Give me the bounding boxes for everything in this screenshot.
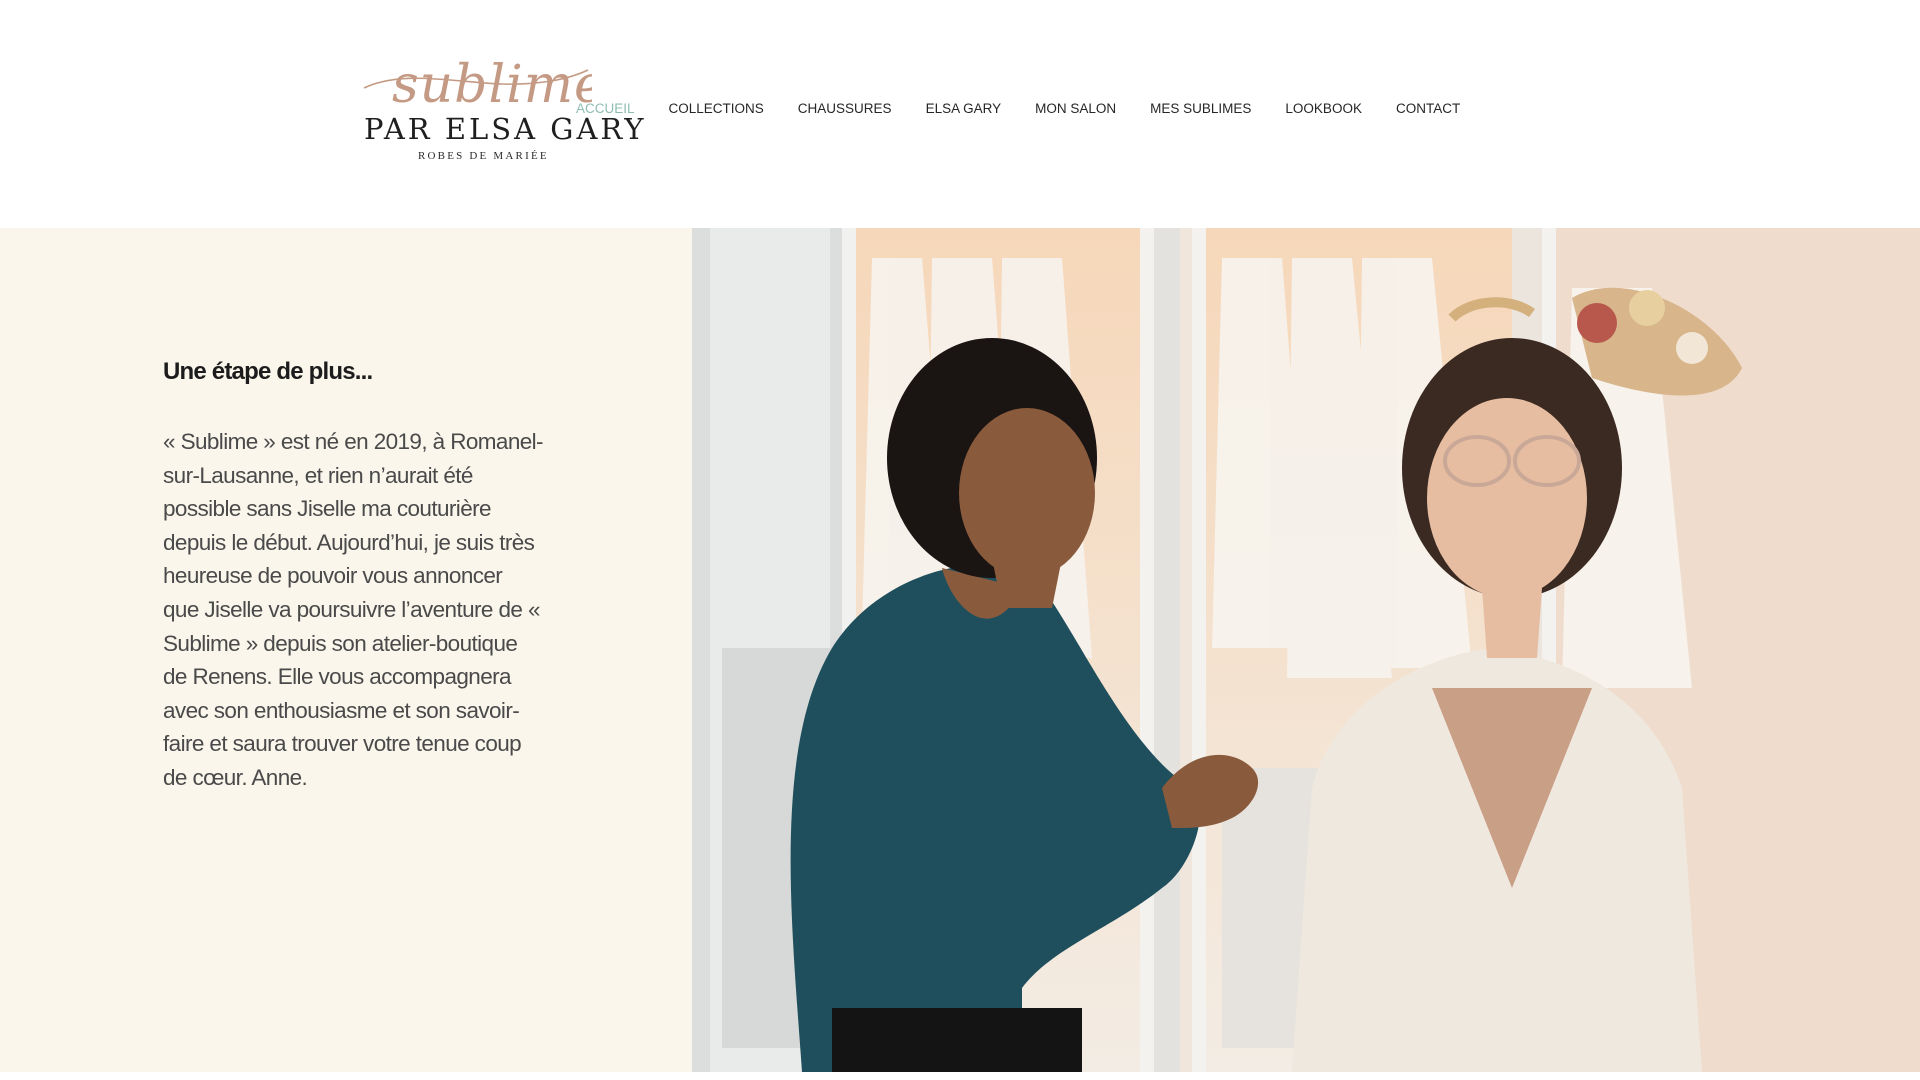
nav-item-mes-sublimes[interactable]: MES SUBLIMES [1150,99,1251,119]
nav-item-elsa-gary[interactable]: ELSA GARY [926,99,1002,119]
logo-script-text: sublime [392,55,592,115]
photo-illustration [692,228,1920,1072]
text-panel: Une étape de plus... « Sublime » est né … [0,228,692,1072]
site-logo[interactable]: sublime PAR ELSA GARY ROBES DE MARIÉE [362,40,647,170]
nav-item-accueil[interactable]: ACCUEIL [576,99,635,119]
logo-subtitle: ROBES DE MARIÉE [418,150,549,162]
intro-section: Une étape de plus... « Sublime » est né … [0,228,1920,1072]
nav-item-collections[interactable]: COLLECTIONS [669,99,764,119]
page-bottom-strip [0,1072,1920,1080]
nav-item-mon-salon[interactable]: MON SALON [1035,99,1116,119]
section-paragraph: « Sublime » est né en 2019, à Romanel-su… [163,429,544,790]
logo-main-text: PAR ELSA GARY [364,112,647,146]
site-header: sublime PAR ELSA GARY ROBES DE MARIÉE AC… [0,0,1920,228]
main-navigation: ACCUEIL COLLECTIONS CHAUSSURES ELSA GARY… [576,99,1460,119]
section-heading: Une étape de plus... [163,358,373,385]
bridal-fitting-photo [692,228,1920,1072]
logo-script-wordmark: sublime [363,55,592,115]
nav-item-lookbook[interactable]: LOOKBOOK [1285,99,1362,119]
nav-item-chaussures[interactable]: CHAUSSURES [798,99,892,119]
nav-item-contact[interactable]: CONTACT [1396,99,1460,119]
